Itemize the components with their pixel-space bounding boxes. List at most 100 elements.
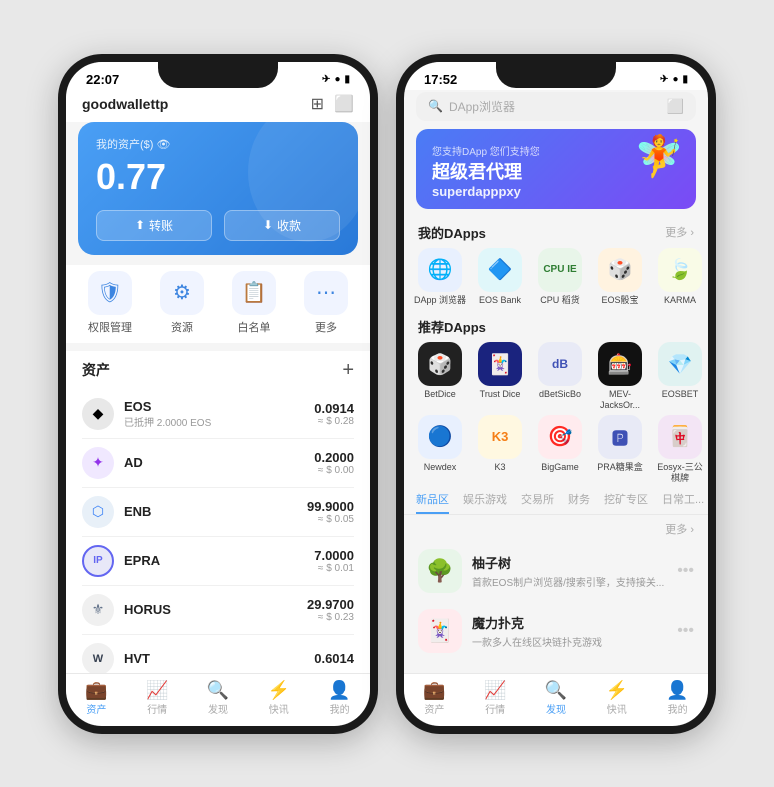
yuzushu-desc: 首款EOS制户浏览器/搜索引擎，支持接关... xyxy=(472,574,667,589)
eosbet-app[interactable]: 💎 EOSBET xyxy=(654,342,706,411)
newdex-app[interactable]: 🔵 Newdex xyxy=(414,415,466,484)
yuzushu-item[interactable]: 🌳 柚子树 首款EOS制户浏览器/搜索引擎，支持接关... ••• xyxy=(404,541,708,601)
receive-button[interactable]: ⬇ 收款 xyxy=(224,210,340,241)
eos-dice-app[interactable]: 🎲 EOS骰宝 xyxy=(594,248,646,306)
eos-symbol: EOS xyxy=(124,399,314,414)
assets-tab-label: 资产 xyxy=(85,701,107,716)
resource-icon: ⚙ xyxy=(160,271,204,315)
karma-app[interactable]: 🍃 KARMA xyxy=(654,248,706,306)
karma-icon: 🍃 xyxy=(658,248,702,292)
search-placeholder-text: DApp浏览器 xyxy=(449,98,515,115)
tab-assets[interactable]: 💼 资产 xyxy=(85,680,107,716)
news2-tab-label: 快讯 xyxy=(606,701,628,716)
enb-amount: 99.9000 xyxy=(307,499,354,514)
tab-new[interactable]: 新品区 xyxy=(416,491,449,514)
molipu-name: 魔力扑克 xyxy=(472,613,667,632)
tab2-market[interactable]: 📈 行情 xyxy=(484,680,506,716)
k3-app[interactable]: K3 K3 xyxy=(474,415,526,484)
discover-tab-label: 发现 xyxy=(207,701,229,716)
discover2-tab-icon: 🔍 xyxy=(545,680,567,701)
my-dapps-more[interactable]: 更多 › xyxy=(665,224,694,240)
scan-button[interactable]: ⬜ xyxy=(667,98,684,115)
tab-discover[interactable]: 🔍 发现 xyxy=(207,680,229,716)
transfer-button[interactable]: ⬆ 转账 xyxy=(96,210,212,241)
hvt-symbol: HVT xyxy=(124,651,314,666)
molipu-dots: ••• xyxy=(677,622,694,640)
tab-finance[interactable]: 财务 xyxy=(568,491,590,514)
eos-dice-icon: 🎲 xyxy=(598,248,642,292)
mev-app[interactable]: 🎰 MEV-JacksOr... xyxy=(594,342,646,411)
newdex-icon: 🔵 xyxy=(418,415,462,459)
notch-1 xyxy=(158,62,278,88)
tab2-discover[interactable]: 🔍 发现 xyxy=(545,680,567,716)
eosbet-icon: 💎 xyxy=(658,342,702,386)
ad-amount: 0.2000 xyxy=(314,450,354,465)
tab2-assets[interactable]: 💼 资产 xyxy=(423,680,445,716)
auth-icon: 🛡 xyxy=(88,271,132,315)
profile-tab-icon: 👤 xyxy=(328,680,350,701)
resource-label: 资源 xyxy=(160,319,204,335)
dbetsicbo-app[interactable]: dB dBetSicBo xyxy=(534,342,586,411)
eos-bank-app[interactable]: 🔷 EOS Bank xyxy=(474,248,526,306)
asset-row-ad[interactable]: ✦ AD 0.2000 ≈ $ 0.00 xyxy=(82,439,354,488)
epra-amount-col: 7.0000 ≈ $ 0.01 xyxy=(314,548,354,574)
molipu-item[interactable]: 🃏 魔力扑克 一款多人在线区块链扑克游戏 ••• xyxy=(404,601,708,661)
market-tab-icon: 📈 xyxy=(146,680,168,701)
menu-item-more[interactable]: ⋯ 更多 xyxy=(304,271,348,335)
biggame-icon: 🎯 xyxy=(538,415,582,459)
whitelist-icon: 📋 xyxy=(232,271,276,315)
battery-icon: ▮ xyxy=(344,74,350,85)
layout-icon[interactable]: ⬜ xyxy=(334,94,354,114)
search-bar[interactable]: 🔍 DApp浏览器 ⬜ xyxy=(416,92,696,121)
new-more-link[interactable]: 更多 › xyxy=(665,521,694,537)
dbetsicbo-icon: dB xyxy=(538,342,582,386)
tab-entertainment[interactable]: 娱乐游戏 xyxy=(463,491,507,514)
trustdice-app[interactable]: 🃏 Trust Dice xyxy=(474,342,526,411)
eos-bank-icon: 🔷 xyxy=(478,248,522,292)
eos-dice-label: EOS骰宝 xyxy=(594,295,646,306)
menu-item-resource[interactable]: ⚙ 资源 xyxy=(160,271,204,335)
yuzushu-icon: 🌳 xyxy=(418,549,462,593)
biggame-app[interactable]: 🎯 BigGame xyxy=(534,415,586,484)
asset-row-epra[interactable]: IP EPRA 7.0000 ≈ $ 0.01 xyxy=(82,537,354,586)
dapp-browser-icon: 🌐 xyxy=(418,248,462,292)
betdice-app[interactable]: 🎲 BetDice xyxy=(414,342,466,411)
tab-mining[interactable]: 挖矿专区 xyxy=(604,491,648,514)
tab-exchange[interactable]: 交易所 xyxy=(521,491,554,514)
eosbet-label: EOSBET xyxy=(654,389,706,400)
ad-name-col: AD xyxy=(124,455,314,470)
eos-sub: 已抵押 2.0000 EOS xyxy=(124,414,314,429)
hvt-amount: 0.6014 xyxy=(314,651,354,666)
molipu-desc: 一款多人在线区块链扑克游戏 xyxy=(472,634,667,649)
menu-item-auth[interactable]: 🛡 权限管理 xyxy=(88,271,132,335)
time-2: 17:52 xyxy=(424,72,457,87)
asset-row-eos[interactable]: ◆ EOS 已抵押 2.0000 EOS 0.0914 ≈ $ 0.28 xyxy=(82,390,354,439)
banner[interactable]: 您支持DApp 您们支持您 超级君代理 superdapppxy 🧚 xyxy=(416,129,696,209)
tab-news[interactable]: ⚡ 快讯 xyxy=(268,680,290,716)
dapp-browser[interactable]: 🌐 DApp 浏览器 xyxy=(414,248,466,306)
horus-amount-col: 29.9700 ≈ $ 0.23 xyxy=(307,597,354,623)
hvt-icon: W xyxy=(82,643,114,675)
tab-market[interactable]: 📈 行情 xyxy=(146,680,168,716)
tab-daily[interactable]: 日常工... xyxy=(662,491,704,514)
enb-symbol: ENB xyxy=(124,504,307,519)
receive-icon: ⬇ xyxy=(263,218,273,232)
pra-app[interactable]: 🅿 PRA糖果盒 xyxy=(594,415,646,484)
cpu-app[interactable]: CPU IE CPU 稻货 xyxy=(534,248,586,306)
tab2-news[interactable]: ⚡ 快讯 xyxy=(606,680,628,716)
discover-tab-icon: 🔍 xyxy=(207,680,229,701)
transfer-icon: ⬆ xyxy=(135,218,145,232)
asset-row-enb[interactable]: ⬡ ENB 99.9000 ≈ $ 0.05 xyxy=(82,488,354,537)
scan-icon[interactable]: ⊞ xyxy=(311,94,324,114)
menu-item-whitelist[interactable]: 📋 白名单 xyxy=(232,271,276,335)
tab-profile[interactable]: 👤 我的 xyxy=(328,680,350,716)
tab2-profile[interactable]: 👤 我的 xyxy=(666,680,688,716)
add-asset-button[interactable]: + xyxy=(342,359,354,382)
karma-label: KARMA xyxy=(654,295,706,306)
wallet-name[interactable]: goodwallettp xyxy=(82,96,168,112)
dapp-browser-label: DApp 浏览器 xyxy=(414,295,466,306)
k3-label: K3 xyxy=(474,462,526,473)
eosyx-app[interactable]: 🀄 Eosyx-三公棋牌 xyxy=(654,415,706,484)
eos-name-col: EOS 已抵押 2.0000 EOS xyxy=(124,399,314,429)
asset-row-horus[interactable]: ⚜ HORUS 29.9700 ≈ $ 0.23 xyxy=(82,586,354,635)
